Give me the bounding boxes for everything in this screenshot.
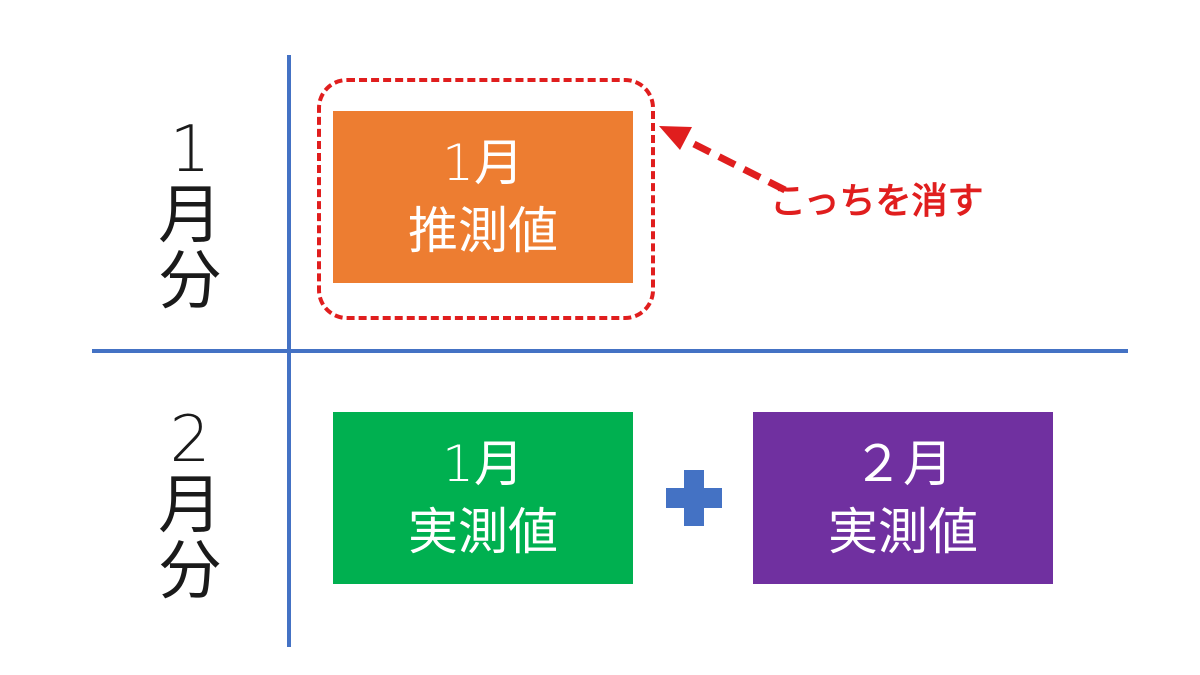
box-subtitle: 実測値 [828,503,978,561]
plus-icon [666,470,722,526]
january-actual-box: 1月 実測値 [333,412,633,584]
box-title: ２月 [853,435,953,493]
plus-bar-vertical [684,470,704,526]
box-subtitle: 実測値 [408,503,558,561]
annotation-text: こっちを消す [770,181,984,222]
box-title: 1月 [442,435,524,493]
arrow-head [659,126,692,150]
february-actual-box: ２月 実測値 [753,412,1053,584]
diagram-canvas: 1 月 分 2 月 分 1月 推測値 こっちを消す 1月 実測値 ２月 実測値 [0,0,1200,675]
